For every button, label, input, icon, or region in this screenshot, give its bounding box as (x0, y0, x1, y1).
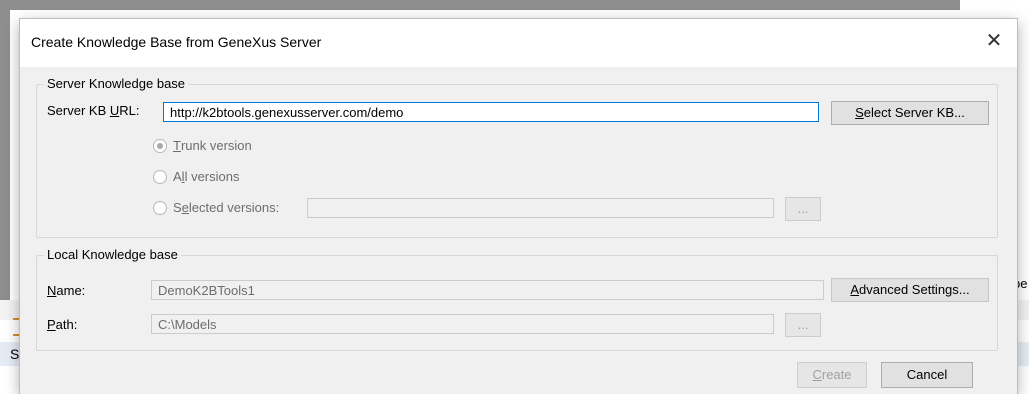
radio-accesskey: T (173, 138, 181, 153)
local-kb-group: Local Knowledge base Name: DemoK2BTools1… (36, 247, 998, 351)
radio-label: runk version (180, 138, 252, 153)
label-text: RL: (119, 103, 140, 118)
radio-unselected-icon (153, 169, 167, 184)
radio-label-pre: A (173, 169, 182, 184)
path-browse-button[interactable]: ... (785, 313, 821, 337)
name-label: Name: (47, 283, 85, 298)
path-label: Path: (47, 317, 77, 332)
label-accesskey: U (109, 103, 120, 118)
local-kb-legend: Local Knowledge base (44, 247, 181, 262)
label-accesskey: P (47, 317, 56, 332)
select-server-kb-button[interactable]: Select Server KB... (831, 101, 989, 125)
label-text: ath: (55, 317, 78, 332)
radio-unselected-icon (153, 200, 167, 215)
button-accesskey: S (855, 105, 864, 120)
radio-accesskey: e (181, 200, 189, 215)
selected-versions-input[interactable] (307, 198, 774, 218)
server-kb-group: Server Knowledge base Server KB URL: htt… (36, 76, 998, 238)
server-kb-url-label: Server KB URL: (47, 103, 139, 118)
create-kb-dialog: Create Knowledge Base from GeneXus Serve… (20, 19, 1017, 394)
radio-label-pre: S (173, 200, 182, 215)
label-text: Server KB (47, 103, 110, 118)
button-label: elect Server KB... (863, 105, 965, 120)
radio-all-versions[interactable]: All versions (153, 169, 239, 184)
create-button[interactable]: Create (797, 362, 867, 388)
dialog-titlebar: Create Knowledge Base from GeneXus Serve… (20, 19, 1017, 67)
server-kb-url-input[interactable]: http://k2btools.genexusserver.com/demo (163, 102, 819, 122)
radio-selected-versions[interactable]: Se lected versions: (153, 200, 279, 215)
radio-label: lected versions: (188, 200, 280, 215)
label-accesskey: N (47, 283, 57, 298)
radio-selected-icon (153, 138, 167, 153)
background-app-region (0, 0, 960, 10)
button-label: reate (821, 367, 852, 382)
kb-path-input[interactable]: C:\Models (151, 314, 774, 334)
kb-name-input[interactable]: DemoK2BTools1 (151, 280, 824, 300)
versions-browse-button[interactable]: ... (785, 197, 821, 221)
label-text: ame: (56, 283, 86, 298)
close-icon[interactable]: ✕ (982, 29, 1006, 53)
cancel-button[interactable]: Cancel (881, 362, 973, 388)
button-accesskey: A (850, 282, 860, 297)
server-kb-legend: Server Knowledge base (44, 76, 189, 91)
button-accesskey: C (812, 367, 822, 382)
background-text: S (10, 346, 20, 362)
button-label: dvanced Settings... (859, 282, 970, 297)
background-app-edge (0, 0, 10, 300)
radio-trunk-version[interactable]: Trunk version (153, 138, 252, 153)
radio-label: l versions (184, 169, 240, 184)
advanced-settings-button[interactable]: Advanced Settings... (831, 278, 989, 302)
dialog-title: Create Knowledge Base from GeneXus Serve… (31, 34, 322, 50)
